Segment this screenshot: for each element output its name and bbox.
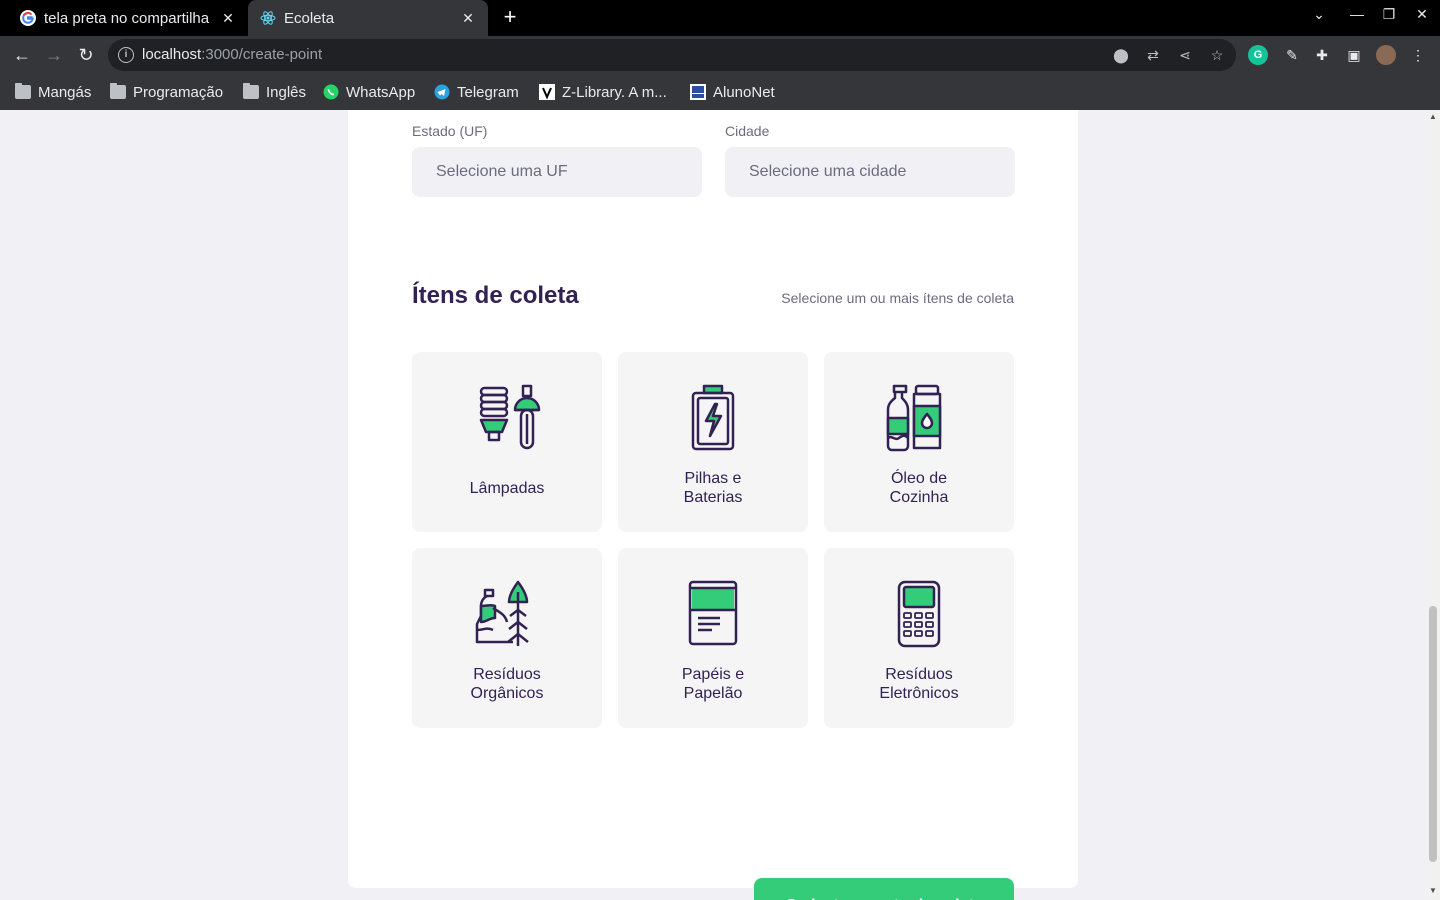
city-label: Cidade bbox=[725, 123, 770, 139]
grammarly-icon[interactable]: G bbox=[1248, 45, 1268, 65]
item-card-paper[interactable]: Papéis e Papelão bbox=[618, 548, 808, 728]
browser-tab-active[interactable]: Ecoleta ✕ bbox=[248, 0, 488, 36]
new-tab-icon[interactable]: + bbox=[498, 4, 522, 32]
item-card-cooking-oil[interactable]: Óleo de Cozinha bbox=[824, 352, 1014, 532]
minimize-icon[interactable]: — bbox=[1345, 6, 1369, 22]
react-icon bbox=[260, 11, 276, 25]
share-icon[interactable]: ⋖ bbox=[1176, 46, 1194, 64]
bookmark-link[interactable]: WhatsApp bbox=[323, 82, 415, 102]
lamp-icon bbox=[479, 384, 541, 450]
item-card-batteries[interactable]: Pilhas e Baterias bbox=[618, 352, 808, 532]
back-icon[interactable]: ← bbox=[11, 44, 33, 66]
item-card-lamps[interactable]: Lâmpadas bbox=[412, 352, 602, 532]
bookmarks-bar: Mangás Programação Inglês WhatsApp Teleg… bbox=[0, 74, 1440, 110]
bookmark-star-icon[interactable]: ☆ bbox=[1208, 46, 1226, 64]
uf-label: Estado (UF) bbox=[412, 123, 488, 139]
bookmark-link[interactable]: AlunoNet bbox=[690, 82, 775, 102]
folder-icon bbox=[243, 83, 259, 99]
city-select[interactable]: Selecione uma cidade bbox=[725, 147, 1015, 197]
page-scrollbar[interactable]: ▲ ▼ bbox=[1426, 110, 1440, 900]
bookmark-label: AlunoNet bbox=[713, 83, 775, 101]
item-label: Lâmpadas bbox=[469, 479, 545, 497]
browser-tab[interactable]: tela preta no compartilha ✕ bbox=[8, 2, 248, 34]
submit-button[interactable]: Cadastrar ponto de coleta bbox=[754, 878, 1014, 900]
bookmark-folder[interactable]: Programação bbox=[110, 82, 223, 102]
create-point-form: Estado (UF) Selecione uma UF Cidade Sele… bbox=[348, 110, 1078, 900]
forward-icon[interactable]: → bbox=[43, 44, 65, 66]
bookmark-label: Programação bbox=[133, 83, 224, 101]
menu-kebab-icon[interactable]: ⋮ bbox=[1408, 45, 1428, 65]
close-window-icon[interactable]: ✕ bbox=[1410, 6, 1434, 23]
alunonet-icon bbox=[690, 84, 706, 100]
battery-icon bbox=[691, 384, 735, 451]
item-card-electronic-waste[interactable]: Resíduos Eletrônicos bbox=[824, 548, 1014, 728]
paper-icon bbox=[688, 580, 738, 646]
scroll-thumb[interactable] bbox=[1429, 606, 1437, 862]
bookmark-label: Inglês bbox=[266, 83, 307, 101]
item-label: Resíduos Orgânicos bbox=[470, 666, 544, 702]
telegram-icon bbox=[434, 84, 450, 100]
url-host: localhost bbox=[142, 46, 202, 63]
organic-waste-icon bbox=[475, 580, 529, 646]
oil-bottles-icon bbox=[886, 384, 942, 452]
close-tab-icon[interactable]: ✕ bbox=[220, 10, 236, 27]
item-label: Resíduos Eletrônicos bbox=[879, 666, 959, 702]
items-section-title: Ítens de coleta bbox=[412, 282, 579, 309]
electronic-device-icon bbox=[897, 580, 941, 648]
reload-icon[interactable]: ↻ bbox=[75, 44, 97, 66]
bookmark-label: Z-Library. A m... bbox=[562, 83, 667, 101]
url-text[interactable]: localhost:3000/create-point bbox=[142, 46, 322, 63]
folder-icon bbox=[110, 83, 126, 99]
tab-title: tela preta no compartilha bbox=[44, 9, 210, 27]
item-label: Papéis e Papelão bbox=[681, 666, 745, 702]
scroll-down-arrow-icon[interactable]: ▼ bbox=[1429, 886, 1437, 895]
tab-strip: tela preta no compartilha ✕ Ecoleta ✕ + … bbox=[0, 0, 1440, 36]
address-bar[interactable]: i localhost:3000/create-point ⬤ ⇄ ⋖ ☆ bbox=[108, 39, 1236, 71]
url-path: :3000/create-point bbox=[201, 46, 323, 63]
bookmark-folder[interactable]: Inglês bbox=[243, 82, 306, 102]
bookmark-link[interactable]: Telegram bbox=[434, 82, 519, 102]
bookmark-link[interactable]: Z-Library. A m... bbox=[539, 82, 667, 102]
bookmark-label: WhatsApp bbox=[346, 83, 416, 101]
restore-icon[interactable]: ❐ bbox=[1377, 6, 1401, 23]
extensions-puzzle-icon[interactable]: ✚ bbox=[1312, 45, 1332, 65]
item-label: Óleo de Cozinha bbox=[889, 470, 949, 506]
browser-toolbar: ← → ↻ i localhost:3000/create-point ⬤ ⇄ … bbox=[0, 36, 1440, 74]
extension-pencil-icon[interactable]: ✎ bbox=[1282, 45, 1302, 65]
profile-avatar[interactable] bbox=[1376, 45, 1396, 65]
folder-icon bbox=[15, 83, 31, 99]
tab-title: Ecoleta bbox=[284, 9, 335, 27]
scroll-up-arrow-icon[interactable]: ▲ bbox=[1429, 112, 1437, 121]
close-tab-icon[interactable]: ✕ bbox=[460, 10, 476, 27]
location-icon[interactable]: ⬤ bbox=[1112, 46, 1130, 64]
bookmark-label: Mangás bbox=[38, 83, 92, 101]
item-card-organic-waste[interactable]: Resíduos Orgânicos bbox=[412, 548, 602, 728]
item-label: Pilhas e Baterias bbox=[683, 470, 743, 506]
bookmark-folder[interactable]: Mangás bbox=[15, 82, 91, 102]
page-viewport: Estado (UF) Selecione uma UF Cidade Sele… bbox=[0, 110, 1426, 900]
google-icon bbox=[20, 10, 36, 26]
uf-select[interactable]: Selecione uma UF bbox=[412, 147, 702, 197]
zlibrary-icon bbox=[539, 84, 555, 100]
bookmark-label: Telegram bbox=[457, 83, 519, 101]
whatsapp-icon bbox=[323, 84, 339, 100]
translate-icon[interactable]: ⇄ bbox=[1144, 46, 1162, 64]
site-info-icon[interactable]: i bbox=[118, 47, 134, 63]
items-section-hint: Selecione um ou mais ítens de coleta bbox=[781, 290, 1014, 306]
tab-search-chevron-icon[interactable]: ⌄ bbox=[1307, 6, 1331, 23]
side-panel-icon[interactable]: ▣ bbox=[1344, 45, 1364, 65]
